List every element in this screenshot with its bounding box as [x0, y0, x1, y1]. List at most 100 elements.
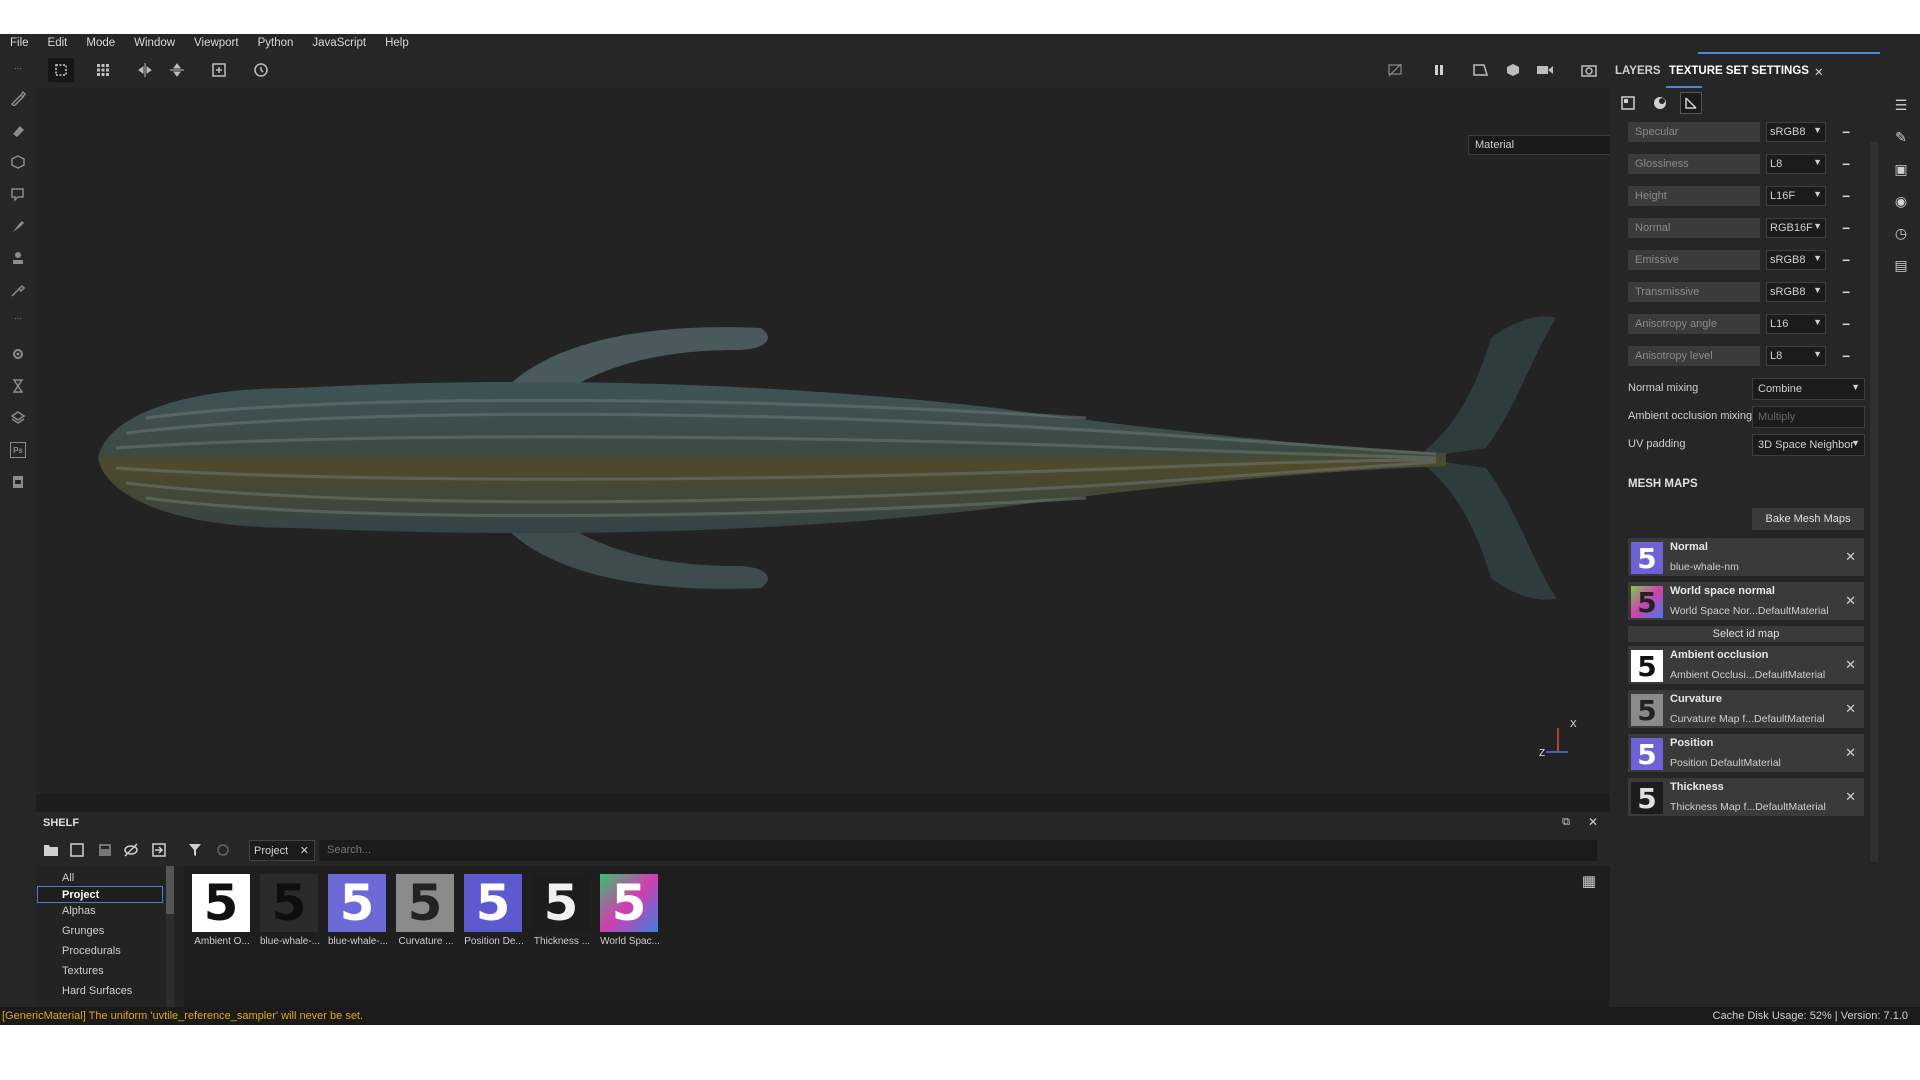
undock-icon[interactable]: ⧉ [1562, 816, 1570, 829]
texture-set-list-icon[interactable] [1617, 92, 1639, 114]
fit-view-icon[interactable] [206, 58, 232, 82]
remove-map-icon[interactable]: ✕ [1845, 789, 1856, 805]
polygon-fill-icon[interactable] [8, 184, 28, 204]
menu-mode[interactable]: Mode [86, 37, 115, 49]
color-picker-icon[interactable] [8, 280, 28, 300]
log-document-icon[interactable]: ▤ [1892, 256, 1910, 274]
category-textures[interactable]: Textures [62, 965, 104, 977]
close-icon[interactable]: ✕ [1588, 815, 1598, 829]
remove-map-icon[interactable]: ✕ [1845, 745, 1856, 761]
remove-channel-icon[interactable]: − [1842, 220, 1850, 236]
remove-channel-icon[interactable]: − [1842, 124, 1850, 140]
material-sphere-icon[interactable] [1649, 92, 1671, 114]
panel-scrollbar[interactable] [1870, 142, 1878, 862]
refresh-icon[interactable] [212, 840, 234, 860]
remove-map-icon[interactable]: ✕ [1845, 549, 1856, 565]
normal-mixing-select[interactable]: Combine ▼ [1752, 378, 1865, 400]
remove-filter-icon[interactable]: ✕ [300, 844, 309, 857]
tab-layers[interactable]: LAYERS [1615, 65, 1661, 77]
paint-brush-icon[interactable] [8, 88, 28, 108]
new-item-icon[interactable] [66, 840, 88, 860]
filter-icon[interactable] [184, 840, 206, 860]
clone-stamp-icon[interactable] [8, 248, 28, 268]
export-document-icon[interactable] [8, 472, 28, 492]
close-tab-icon[interactable]: ✕ [1814, 65, 1824, 79]
remove-channel-icon[interactable]: − [1842, 156, 1850, 172]
smudge-icon[interactable] [8, 216, 28, 236]
menu-edit[interactable]: Edit [48, 37, 68, 49]
mesh-map-normal[interactable]: 5 Normal blue-whale-nm ✕ [1628, 538, 1864, 576]
remove-channel-icon[interactable]: − [1842, 188, 1850, 204]
shelf-item[interactable]: 5 Curvature ... [396, 874, 456, 947]
remove-channel-icon[interactable]: − [1842, 316, 1850, 332]
category-hard-surfaces[interactable]: Hard Surfaces [62, 985, 132, 997]
display-settings-icon[interactable]: ▣ [1892, 160, 1910, 178]
channel-format-select[interactable]: RGB16F ▼ [1766, 218, 1826, 238]
menu-window[interactable]: Window [134, 37, 175, 49]
remove-channel-icon[interactable]: − [1842, 252, 1850, 268]
mesh-map-world-space-normal[interactable]: 5 World space normal World Space Nor...D… [1628, 582, 1864, 620]
uv-padding-select[interactable]: 3D Space Neighbor ▼ [1752, 434, 1865, 456]
screenshot-camera-icon[interactable] [1576, 58, 1602, 82]
channel-format-select[interactable]: L8 ▼ [1766, 154, 1826, 174]
pause-icon[interactable] [1426, 58, 1452, 82]
grid-layout-icon[interactable]: ▦ [1582, 872, 1596, 890]
folder-icon[interactable] [40, 840, 62, 860]
menu-viewport[interactable]: Viewport [194, 37, 239, 49]
category-procedurals[interactable]: Procedurals [62, 945, 121, 957]
shelf-item[interactable]: 5 Position De... [464, 874, 524, 947]
uv-settings-icon[interactable] [1680, 92, 1702, 114]
2d-view-icon[interactable] [1468, 58, 1494, 82]
mesh-map-ambient-occlusion[interactable]: 5 Ambient occlusion Ambient Occlusi...De… [1628, 646, 1864, 684]
eraser-icon[interactable] [8, 120, 28, 140]
tab-texture-set-settings[interactable]: TEXTURE SET SETTINGS [1669, 65, 1809, 77]
properties-brush-icon[interactable]: ✎ [1892, 128, 1910, 146]
channel-format-select[interactable]: L16 ▼ [1766, 314, 1826, 334]
menu-python[interactable]: Python [258, 37, 294, 49]
ao-mixing-select[interactable]: Multiply [1752, 406, 1865, 428]
channel-format-select[interactable]: sRGB8 ▼ [1766, 282, 1826, 302]
category-scrollbar[interactable] [166, 866, 174, 1007]
select-tool-icon[interactable] [48, 58, 74, 82]
hide-display-icon[interactable] [1382, 58, 1408, 82]
select-id-map-button[interactable]: Select id map [1628, 626, 1864, 642]
shelf-item[interactable]: 5 Thickness ... [532, 874, 592, 947]
symmetry-y-icon[interactable] [164, 58, 190, 82]
shelf-item[interactable]: 5 blue-whale-... [328, 874, 388, 947]
3d-view-icon[interactable] [1500, 58, 1526, 82]
history-clock-icon[interactable]: ◷ [1892, 224, 1910, 242]
grid-view-icon[interactable] [90, 58, 116, 82]
channel-format-select[interactable]: sRGB8 ▼ [1766, 250, 1826, 270]
bake-hourglass-icon[interactable] [8, 376, 28, 396]
save-icon[interactable] [94, 840, 116, 860]
menu-javascript[interactable]: JavaScript [312, 37, 366, 49]
category-project[interactable]: Project [37, 886, 163, 903]
remove-map-icon[interactable]: ✕ [1845, 593, 1856, 609]
3d-viewport[interactable]: Material ▼ X Z [36, 88, 1632, 794]
remove-map-icon[interactable]: ✕ [1845, 701, 1856, 717]
category-alphas[interactable]: Alphas [62, 905, 96, 917]
viewport-display-select[interactable]: Material ▼ [1468, 135, 1632, 155]
channel-format-select[interactable]: L8 ▼ [1766, 346, 1826, 366]
shelf-item[interactable]: 5 Ambient O... [192, 874, 252, 947]
shelf-item[interactable]: 5 blue-whale-... [260, 874, 320, 947]
category-all[interactable]: All [62, 872, 74, 884]
category-grunges[interactable]: Grunges [62, 925, 104, 937]
camera-video-icon[interactable] [1532, 58, 1558, 82]
mesh-map-position[interactable]: 5 Position Position DefaultMaterial ✕ [1628, 734, 1864, 772]
project-filter-tag[interactable]: Project ✕ [249, 840, 315, 861]
symmetry-x-icon[interactable] [132, 58, 158, 82]
channel-format-select[interactable]: sRGB8 ▼ [1766, 122, 1826, 142]
bake-mesh-maps-button[interactable]: Bake Mesh Maps [1752, 508, 1864, 530]
hide-icon[interactable] [120, 840, 142, 860]
projection-icon[interactable] [8, 152, 28, 172]
menu-file[interactable]: File [10, 37, 29, 49]
mesh-map-curvature[interactable]: 5 Curvature Curvature Map f...DefaultMat… [1628, 690, 1864, 728]
channel-format-select[interactable]: L16F ▼ [1766, 186, 1826, 206]
menu-help[interactable]: Help [385, 37, 409, 49]
history-reset-icon[interactable] [248, 58, 274, 82]
settings-gear-icon[interactable] [8, 344, 28, 364]
remove-map-icon[interactable]: ✕ [1845, 657, 1856, 673]
layers-stack-icon[interactable]: ☰ [1892, 96, 1910, 114]
remove-channel-icon[interactable]: − [1842, 284, 1850, 300]
